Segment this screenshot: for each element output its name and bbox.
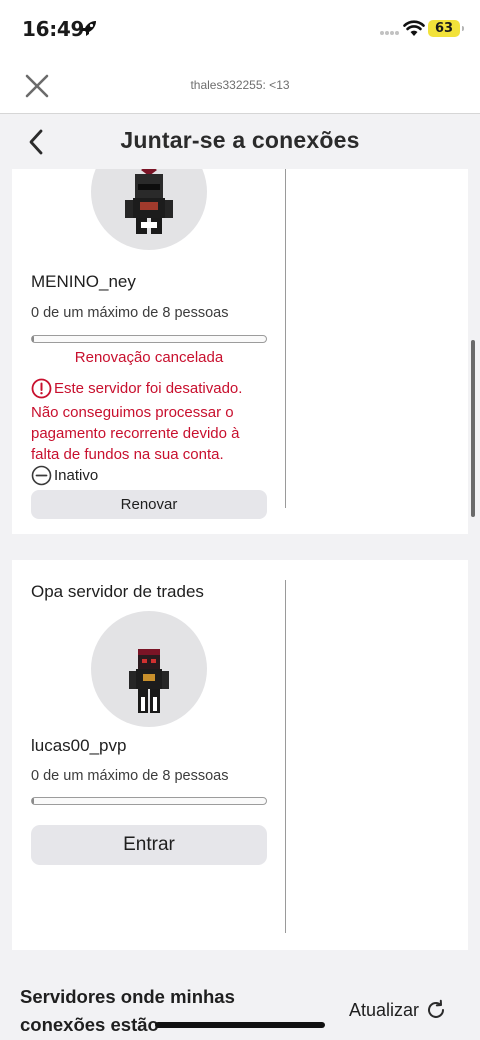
occupancy-progress-bar — [31, 797, 267, 805]
avatar-figure — [129, 649, 169, 713]
occupancy-progress-bar — [31, 335, 267, 343]
avatar[interactable] — [91, 611, 207, 727]
page-url: thales332255: <13 — [190, 78, 290, 92]
server-capacity: 0 de um máximo de 8 pessoas — [31, 768, 229, 784]
avatar[interactable] — [91, 169, 207, 250]
warning-circle-icon — [31, 378, 52, 399]
scrollbar[interactable] — [471, 340, 475, 517]
renew-button[interactable]: Renovar — [31, 490, 267, 519]
browser-header: thales332255: <13 — [0, 58, 480, 114]
refresh-icon — [428, 999, 445, 1018]
minus-circle-icon — [31, 465, 52, 486]
renewal-status: Renovação cancelada — [74, 349, 224, 366]
wifi-icon — [403, 20, 425, 36]
warning-title: Este servidor foi desativado. — [54, 380, 243, 397]
home-indicator[interactable] — [155, 1022, 325, 1028]
refresh-label: Atualizar — [349, 999, 420, 1020]
status-line: Inativo — [31, 465, 98, 486]
occupancy-progress-fill — [32, 798, 34, 804]
server-card: Opa servidor de trades lucas00_pvp 0 de … — [12, 560, 468, 950]
battery-indicator: 63 — [428, 20, 464, 37]
refresh-button[interactable]: Atualizar — [349, 999, 447, 1021]
section-title: Servidores onde minhas conexões estão — [20, 986, 235, 1035]
enter-button[interactable]: Entrar — [31, 825, 267, 865]
signal-icon — [380, 31, 399, 35]
page-title: Juntar-se a conexões — [120, 127, 360, 153]
rocket-icon — [81, 21, 96, 36]
server-owner: lucas00_pvp — [31, 736, 127, 755]
server-card: MENINO_ney 0 de um máximo de 8 pessoas R… — [12, 169, 468, 534]
status-bar: 16:49 63 — [0, 0, 480, 58]
warning-line: Este servidor foi desativado. — [31, 378, 242, 399]
occupancy-progress-fill — [32, 336, 34, 342]
status-badge: Inativo — [54, 467, 99, 484]
server-name: Opa servidor de trades — [31, 582, 204, 601]
avatar-figure — [125, 169, 173, 234]
server-list[interactable]: MENINO_ney 0 de um máximo de 8 pessoas R… — [0, 169, 480, 1040]
title-bar: Juntar-se a conexões — [0, 115, 480, 169]
status-time: 16:49 — [22, 17, 85, 41]
server-owner: MENINO_ney — [31, 272, 136, 291]
warning-body: Não conseguimos processar o pagamento re… — [31, 404, 240, 463]
card-divider — [285, 169, 286, 508]
card-divider — [285, 580, 286, 933]
server-capacity: 0 de um máximo de 8 pessoas — [31, 305, 229, 321]
